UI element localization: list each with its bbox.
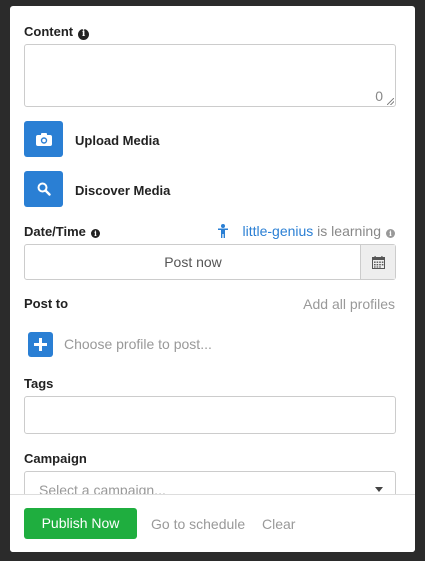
chevron-down-icon <box>375 487 383 492</box>
add-all-profiles-link[interactable]: Add all profiles <box>303 296 395 312</box>
plus-icon <box>34 338 47 351</box>
go-to-schedule-link[interactable]: Go to schedule <box>151 516 245 532</box>
discover-media-button[interactable] <box>24 171 63 207</box>
clear-link[interactable]: Clear <box>262 516 295 532</box>
search-icon <box>37 182 51 196</box>
person-icon <box>218 224 229 238</box>
char-count: 0 <box>375 88 383 104</box>
learning-link[interactable]: little-genius <box>242 223 313 239</box>
discover-media-label[interactable]: Discover Media <box>75 183 170 198</box>
post-to-label: Post to <box>24 296 69 311</box>
resize-grip-icon[interactable] <box>387 98 394 105</box>
datetime-value[interactable]: Post now <box>25 245 361 279</box>
compose-panel: Content i 0 Upload Media Discover Media <box>10 6 415 552</box>
learning-status: little-genius is learning i <box>218 223 395 239</box>
upload-media-button[interactable] <box>24 121 63 157</box>
tags-label: Tags <box>24 376 54 391</box>
datetime-field[interactable]: Post now <box>24 244 396 280</box>
campaign-label: Campaign <box>24 451 87 466</box>
upload-media-label[interactable]: Upload Media <box>75 133 160 148</box>
learning-info-icon[interactable]: i <box>386 229 395 238</box>
publish-now-button[interactable]: Publish Now <box>24 508 137 539</box>
calendar-icon <box>371 255 385 269</box>
learning-text: is learning <box>313 223 381 239</box>
footer-actions: Publish Now Go to schedule Clear <box>10 494 415 552</box>
datetime-label-row: Date/Time i <box>24 224 100 239</box>
campaign-select[interactable]: Select a campaign... <box>24 471 396 494</box>
tags-input[interactable] <box>24 396 396 434</box>
content-textarea[interactable]: 0 <box>24 44 396 107</box>
calendar-button[interactable] <box>360 245 395 279</box>
choose-profile-text[interactable]: Choose profile to post... <box>64 336 212 352</box>
info-icon[interactable]: i <box>78 29 90 40</box>
compose-form[interactable]: Content i 0 Upload Media Discover Media <box>10 6 415 494</box>
content-label: Content <box>24 24 74 39</box>
datetime-label: Date/Time <box>24 224 86 239</box>
campaign-placeholder: Select a campaign... <box>39 482 166 494</box>
datetime-info-icon[interactable]: i <box>90 229 100 238</box>
content-label-row: Content i <box>24 24 90 40</box>
camera-icon <box>35 132 52 146</box>
add-profile-button[interactable] <box>28 332 53 357</box>
